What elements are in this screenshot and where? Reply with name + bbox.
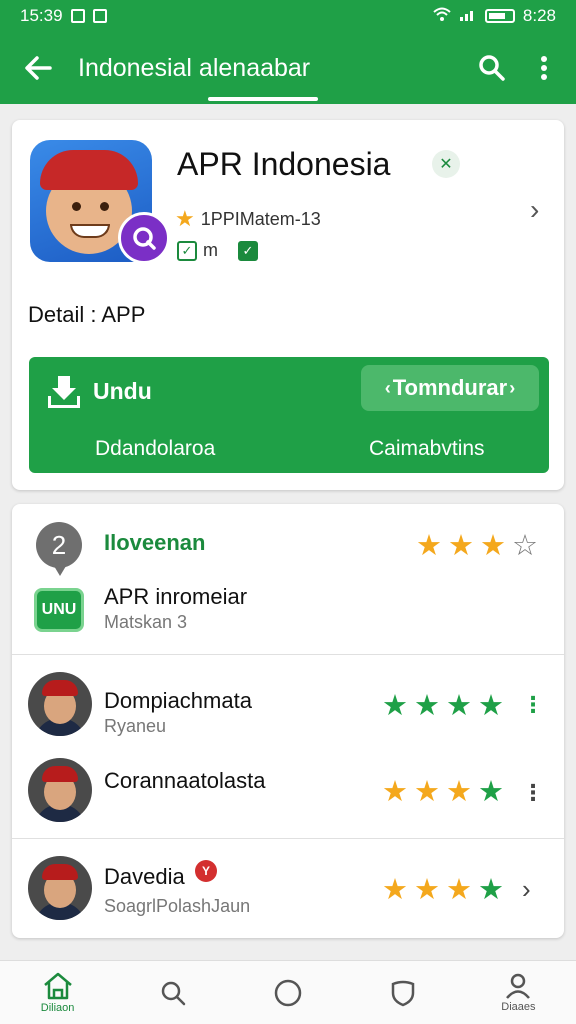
star-icon: ★ — [382, 776, 408, 808]
source-app-icon: UNU — [34, 588, 84, 632]
star-icon: ★ — [480, 530, 506, 562]
star-icon: ★ — [175, 206, 195, 231]
nav-circle[interactable] — [230, 961, 345, 1024]
wifi-icon — [433, 6, 451, 26]
shield-icon — [391, 980, 415, 1006]
reviewer-subtitle: Ryaneu — [104, 716, 167, 736]
tag-text: m — [203, 240, 218, 260]
bottom-navigation: Diliaon Diaaes — [0, 960, 576, 1024]
signal-icon — [459, 6, 477, 26]
back-button[interactable] — [10, 40, 66, 96]
star-icon: ★ — [478, 776, 504, 808]
notification-icon — [70, 9, 85, 23]
reviewer-name: Corannaatolasta — [104, 768, 266, 793]
mascot-eye — [72, 202, 81, 211]
nav-search[interactable] — [115, 961, 230, 1024]
search-icon — [479, 55, 505, 81]
reviewer-name: Davedia — [104, 864, 185, 889]
more-vert-icon[interactable]: ⋮ — [522, 780, 544, 806]
star-icon: ★ — [478, 690, 504, 722]
reviewer-subtitle: SoagrlPolashJaun — [104, 896, 251, 916]
star-icon: ★ — [446, 776, 472, 808]
circle-icon — [274, 979, 302, 1006]
battery-icon — [484, 9, 515, 23]
header-rating-stars: ★ ★ ★ ☆ — [416, 532, 538, 561]
star-icon: ★ — [446, 874, 472, 906]
download-panel: Undu ‹ Tomndurar › Ddandolaroa Caimabvti… — [29, 357, 549, 473]
chevron-left-icon: ‹ — [384, 377, 391, 398]
divider — [12, 654, 564, 655]
status-bar: 15:39 8:28 — [0, 0, 576, 32]
leaf-icon: ✓ — [238, 240, 258, 261]
mascot-eye — [100, 202, 109, 211]
chevron-right-icon[interactable]: › — [530, 194, 539, 226]
review-count-icon: 2 — [36, 522, 82, 576]
pin-badge-icon: Y — [195, 860, 217, 882]
home-icon — [43, 972, 72, 999]
star-icon: ★ — [382, 690, 408, 722]
star-icon: ★ — [414, 776, 440, 808]
search-badge-icon — [118, 212, 170, 264]
star-icon: ★ — [416, 530, 442, 562]
check-icon: ✓ — [177, 240, 197, 261]
app-rating-line: ★ 1PPIMatem-13 — [175, 206, 321, 232]
star-outline-icon: ☆ — [512, 530, 538, 562]
source-subtitle: Matskan 3 — [104, 612, 188, 632]
android-icon — [92, 9, 107, 23]
star-icon: ★ — [414, 874, 440, 906]
download-subtext-right: Caimabvtins — [369, 437, 485, 460]
reviewer-rating-stars: ★ ★ ★ ★ — [382, 692, 504, 721]
secondary-action-label: Tomndurar — [392, 375, 508, 400]
reviewer-rating-stars: ★ ★ ★ ★ — [382, 778, 504, 807]
search-icon — [161, 981, 186, 1005]
app-tags: ✓ m ✓ — [177, 240, 258, 261]
download-button[interactable]: Undu — [47, 371, 152, 411]
chevron-right-icon: › — [509, 377, 516, 398]
app-name: APR Indonesia — [177, 146, 391, 182]
reviews-card: 2 Iloveenan ★ ★ ★ ☆ UNU APR inromeiar Ma… — [12, 504, 564, 938]
more-vert-icon[interactable]: ⋮ — [522, 692, 544, 718]
person-icon — [506, 973, 531, 999]
nav-profile-label: Diaaes — [501, 1000, 536, 1013]
reviewer-rating-stars: ★ ★ ★ ★ — [382, 876, 504, 905]
star-icon: ★ — [448, 530, 474, 562]
detail-label: Detail : APP — [28, 302, 146, 327]
app-rating-text: 1PPIMatem-13 — [200, 208, 321, 229]
star-icon: ★ — [478, 874, 504, 906]
source-title: APR inromeiar — [104, 584, 248, 609]
nav-profile[interactable]: Diaaes — [461, 961, 576, 1024]
nav-home[interactable]: Diliaon — [0, 961, 115, 1024]
reviewer-name: Dompiachmata — [104, 688, 252, 713]
avatar[interactable] — [28, 758, 92, 822]
download-subtext-left: Ddandolaroa — [95, 437, 216, 460]
nav-library[interactable] — [346, 961, 461, 1024]
star-icon: ★ — [382, 874, 408, 906]
reviews-title[interactable]: Iloveenan — [104, 530, 205, 556]
more-options-button[interactable] — [518, 42, 570, 94]
app-bar: Indonesial alenaabar — [0, 32, 576, 104]
app-info-card: APR Indonesia ✕ ★ 1PPIMatem-13 › ✓ m ✓ D… — [12, 120, 564, 490]
download-icon — [47, 374, 81, 408]
chevron-right-icon[interactable]: › — [522, 874, 531, 905]
divider — [12, 838, 564, 839]
download-button-label: Undu — [93, 377, 152, 404]
star-icon: ★ — [446, 690, 472, 722]
avatar[interactable] — [28, 672, 92, 736]
star-icon: ★ — [414, 690, 440, 722]
nav-home-label: Diliaon — [40, 1001, 75, 1014]
avatar[interactable] — [28, 856, 92, 920]
status-time: 15:39 — [20, 6, 63, 25]
verified-icon: ✕ — [432, 150, 460, 178]
page-title: Indonesial alenaabar — [78, 53, 319, 101]
mascot-hat — [40, 150, 138, 190]
arrow-left-icon — [25, 56, 52, 80]
more-vert-icon — [541, 56, 547, 80]
secondary-action-button[interactable]: ‹ Tomndurar › — [361, 365, 539, 411]
status-clock: 8:28 — [522, 6, 556, 25]
search-button[interactable] — [466, 42, 518, 94]
